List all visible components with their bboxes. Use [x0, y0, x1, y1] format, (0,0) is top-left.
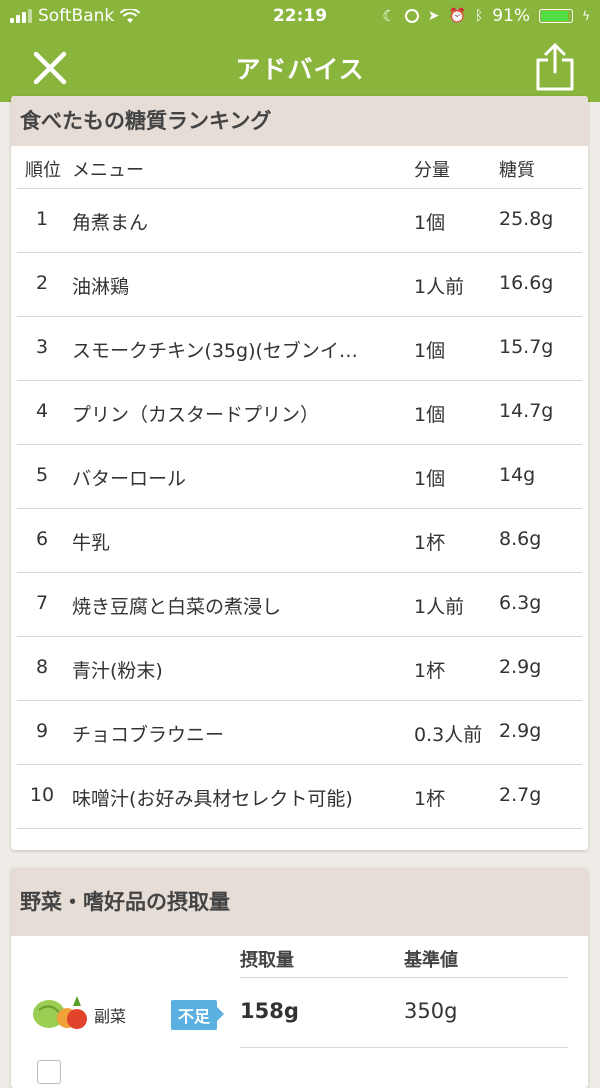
serving-amount: 1個: [414, 404, 446, 426]
rank-number: 10: [29, 784, 55, 806]
menu-name: スモークチキン(35g)(セブンイ…: [72, 340, 358, 362]
intake-section-title: 野菜・嗜好品の摂取量: [11, 868, 588, 936]
rank-number: 8: [35, 656, 49, 678]
rank-number: 2: [35, 272, 49, 294]
intake-table-header: 摂取量 基準値: [11, 936, 588, 978]
rank-number: 4: [35, 400, 49, 422]
carb-value: 16.6g: [499, 272, 554, 294]
menu-name: 焼き豆腐と白菜の煮浸し: [72, 596, 282, 618]
rank-number: 1: [35, 208, 49, 230]
rank-number: 9: [35, 720, 49, 742]
menu-name: バターロール: [72, 468, 187, 490]
header-intake: 摂取量: [240, 950, 294, 971]
status-badge: 不足: [171, 1000, 225, 1030]
menu-name: 牛乳: [72, 532, 111, 554]
menu-name: 油淋鶏: [72, 276, 130, 298]
carb-value: 14.7g: [499, 400, 554, 422]
menu-name: プリン（カスタードプリン）: [72, 404, 320, 426]
menu-name: 青汁(粉末): [72, 660, 163, 682]
header-carb: 糖質: [499, 160, 535, 181]
intake-item-name: 副菜: [94, 1007, 127, 1026]
charging-icon: ϟ: [582, 9, 590, 23]
header-bar: SoftBank 22:19 ☾ ➤ ⏰ ᛒ 91% ϟ アドバイス: [0, 0, 600, 102]
ranking-row[interactable]: 10 味噌汁(お好み具材セレクト可能) 1杯 2.7g: [17, 765, 582, 829]
ranking-section-title: 食べたもの糖質ランキング: [11, 96, 588, 146]
serving-amount: 0.3人前: [414, 724, 483, 746]
rank-number: 6: [35, 528, 49, 550]
ranking-row[interactable]: 8 青汁(粉末) 1杯 2.9g: [17, 637, 582, 701]
moon-icon: ☾: [382, 7, 396, 25]
carb-value: 2.7g: [499, 784, 542, 806]
standard-value: 350g: [404, 999, 458, 1023]
intake-row[interactable]: 副菜 不足 158g 350g: [11, 978, 588, 1048]
carb-ranking-card: 食べたもの糖質ランキング 順位 メニュー 分量 糖質 1 角煮まん 1個 25.8g 2…: [11, 96, 588, 850]
serving-amount: 1人前: [414, 596, 465, 618]
intake-value: 158g: [240, 999, 299, 1023]
ranking-row[interactable]: 6 牛乳 1杯 8.6g: [17, 509, 582, 573]
ranking-row[interactable]: 5 バターロール 1個 14g: [17, 445, 582, 509]
ranking-row[interactable]: 7 焼き豆腐と白菜の煮浸し 1人前 6.3g: [17, 573, 582, 637]
nav-bar: アドバイス: [0, 34, 600, 102]
rank-number: 3: [35, 336, 49, 358]
header-amount: 分量: [414, 160, 450, 181]
ranking-table-header: 順位 メニュー 分量 糖質: [17, 146, 582, 189]
serving-amount: 1人前: [414, 276, 465, 298]
header-rank: 順位: [25, 160, 61, 181]
ranking-row[interactable]: 4 プリン（カスタードプリン） 1個 14.7g: [17, 381, 582, 445]
location-icon: ➤: [427, 8, 440, 24]
ranking-row[interactable]: 1 角煮まん 1個 25.8g: [17, 189, 582, 253]
ranking-row[interactable]: 9 チョコブラウニー 0.3人前 2.9g: [17, 701, 582, 765]
ranking-row[interactable]: 2 油淋鶏 1人前 16.6g: [17, 253, 582, 317]
next-row-checkbox[interactable]: [37, 1060, 61, 1084]
rank-number: 7: [35, 592, 49, 614]
intake-card: 野菜・嗜好品の摂取量 摂取量 基準値 副菜 不足 158g 350g: [11, 868, 588, 1088]
carb-value: 15.7g: [499, 336, 554, 358]
serving-amount: 1個: [414, 212, 446, 234]
rank-number: 5: [35, 464, 49, 486]
serving-amount: 1杯: [414, 788, 446, 810]
menu-name: 味噌汁(お好み具材セレクト可能): [72, 788, 353, 810]
carb-value: 14g: [499, 464, 536, 486]
battery-percent: 91%: [492, 6, 531, 26]
serving-amount: 1個: [414, 340, 446, 362]
header-standard: 基準値: [404, 950, 458, 971]
carb-value: 2.9g: [499, 656, 542, 678]
carb-value: 8.6g: [499, 528, 542, 550]
carb-value: 6.3g: [499, 592, 542, 614]
header-menu: メニュー: [72, 160, 144, 181]
ranking-row[interactable]: 3 スモークチキン(35g)(セブンイ… 1個 15.7g: [17, 317, 582, 381]
status-bar: SoftBank 22:19 ☾ ➤ ⏰ ᛒ 91% ϟ: [0, 0, 600, 34]
share-icon[interactable]: [534, 42, 576, 92]
carb-value: 2.9g: [499, 720, 542, 742]
page-title: アドバイス: [235, 55, 365, 84]
alarm-icon: ⏰: [448, 8, 466, 24]
serving-amount: 1杯: [414, 660, 446, 682]
serving-amount: 1杯: [414, 532, 446, 554]
rotation-lock-icon: [404, 9, 419, 23]
serving-amount: 1個: [414, 468, 446, 490]
bluetooth-icon: ᛒ: [474, 8, 484, 24]
battery-icon: [539, 9, 574, 23]
menu-name: 角煮まん: [72, 212, 149, 234]
menu-name: チョコブラウニー: [72, 724, 225, 746]
carb-value: 25.8g: [499, 208, 554, 230]
vegetables-icon: [33, 996, 87, 1029]
